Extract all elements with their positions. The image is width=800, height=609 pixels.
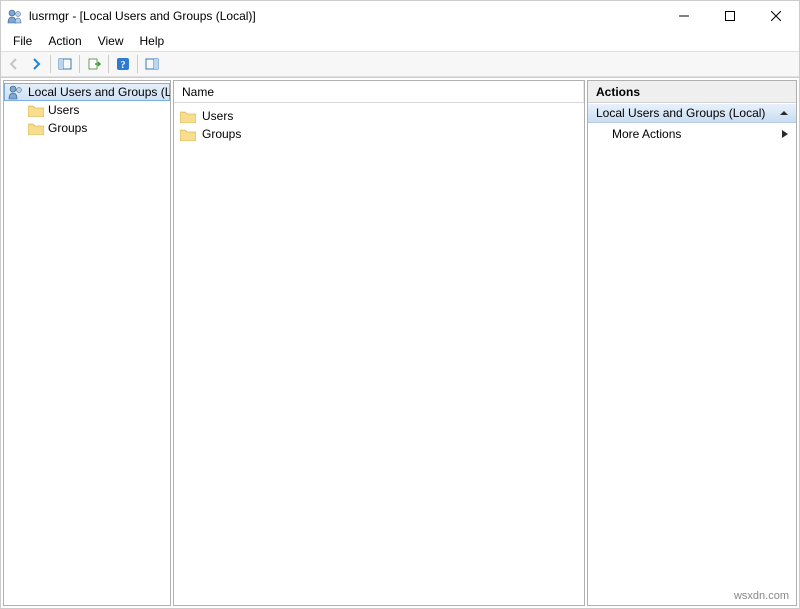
toolbar-separator [50,55,51,73]
actions-pane: Actions Local Users and Groups (Local) M… [587,80,797,606]
actions-more-label: More Actions [612,127,681,141]
window-title: lusrmgr - [Local Users and Groups (Local… [29,9,661,23]
folder-icon [28,102,44,118]
svg-text:?: ? [121,60,126,71]
toolbar-separator [137,55,138,73]
actions-section[interactable]: Local Users and Groups (Local) [588,103,796,123]
toolbar-separator [79,55,80,73]
show-hide-action-pane-button[interactable] [141,53,163,75]
title-bar: lusrmgr - [Local Users and Groups (Local… [1,1,799,31]
actions-header: Actions [588,81,796,103]
folder-icon [180,108,196,124]
show-hide-tree-button[interactable] [54,53,76,75]
back-button [3,53,25,75]
app-window: lusrmgr - [Local Users and Groups (Local… [0,0,800,609]
export-list-button[interactable] [83,53,105,75]
list-item[interactable]: Groups [174,125,584,143]
minimize-button[interactable] [661,1,707,31]
tree-item-users[interactable]: Users [4,101,170,119]
tree-item-label: Users [48,103,79,117]
tree-root-label: Local Users and Groups (Local) [28,85,171,99]
maximize-button[interactable] [707,1,753,31]
list-pane: Name Users Groups [173,80,585,606]
column-header-name[interactable]: Name [174,81,584,102]
close-button[interactable] [753,1,799,31]
menu-view[interactable]: View [90,32,132,50]
users-groups-icon [8,84,24,100]
tree-item-groups[interactable]: Groups [4,119,170,137]
folder-icon [28,120,44,136]
folder-icon [180,126,196,142]
menu-bar: File Action View Help [1,31,799,51]
list-item-label: Users [202,109,233,123]
toolbar: ? [1,51,799,77]
tree-root-item[interactable]: Local Users and Groups (Local) [4,83,170,101]
tree-pane: Local Users and Groups (Local) Users Gro… [3,80,171,606]
list-header: Name [174,81,584,103]
forward-button[interactable] [25,53,47,75]
list-item-label: Groups [202,127,241,141]
main-area: Local Users and Groups (Local) Users Gro… [1,77,799,608]
watermark: wsxdn.com [734,590,789,602]
actions-section-label: Local Users and Groups (Local) [596,106,765,120]
list-item[interactable]: Users [174,107,584,125]
tree-item-label: Groups [48,121,87,135]
submenu-arrow-icon [782,127,788,141]
menu-action[interactable]: Action [40,32,89,50]
toolbar-separator [108,55,109,73]
actions-more[interactable]: More Actions [588,123,796,145]
collapse-icon [780,106,788,120]
list-body: Users Groups [174,103,584,605]
app-icon [7,8,23,24]
menu-help[interactable]: Help [132,32,173,50]
menu-file[interactable]: File [5,32,40,50]
help-button[interactable]: ? [112,53,134,75]
